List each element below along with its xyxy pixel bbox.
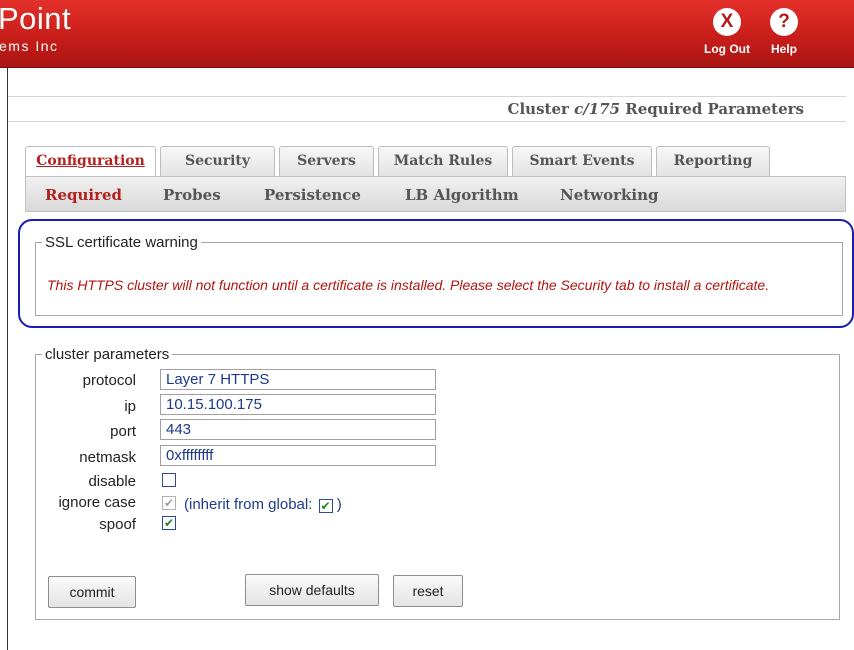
protocol-label: protocol	[82, 372, 136, 389]
page-left-border	[7, 68, 8, 650]
subtab-networking[interactable]: Networking	[560, 186, 659, 204]
disable-checkbox[interactable]	[162, 473, 176, 487]
app-header: Point ems Inc X Log Out ? Help	[0, 0, 854, 68]
close-icon: X	[713, 8, 741, 36]
netmask-label: netmask	[79, 449, 136, 466]
reset-button[interactable]: reset	[393, 575, 463, 607]
subtab-bar: Required Probes Persistence LB Algorithm…	[25, 176, 846, 212]
spoof-checkbox[interactable]: ✔	[162, 516, 176, 530]
tab-security[interactable]: Security	[160, 146, 275, 176]
page-title-bar: Cluster c/175 Required Parameters	[8, 96, 846, 122]
inherit-global-checkbox: ✔	[318, 499, 333, 513]
brand-logo: Point	[0, 1, 72, 36]
subtab-persistence[interactable]: Persistence	[264, 186, 361, 204]
netmask-field[interactable]	[160, 445, 436, 466]
tab-reporting[interactable]: Reporting	[656, 146, 770, 176]
ip-label: ip	[124, 398, 136, 415]
brand-subtitle: ems Inc	[0, 38, 59, 54]
page-title: Cluster c/175 Required Parameters	[507, 100, 804, 118]
logout-button[interactable]: X Log Out	[703, 8, 751, 56]
subtab-lb-algorithm[interactable]: LB Algorithm	[405, 186, 519, 204]
ip-field[interactable]	[160, 394, 436, 415]
inherit-global-note: (inherit from global: ✔ )	[184, 496, 342, 513]
logout-label: Log Out	[704, 42, 750, 56]
show-defaults-button[interactable]: show defaults	[245, 574, 379, 606]
port-label: port	[110, 423, 136, 440]
port-field[interactable]	[160, 419, 436, 440]
spoof-label: spoof	[99, 516, 136, 533]
tab-servers[interactable]: Servers	[279, 146, 374, 176]
tab-smart-events[interactable]: Smart Events	[512, 146, 652, 176]
ignore-case-label: ignore case	[58, 494, 136, 511]
help-label: Help	[770, 42, 797, 56]
ssl-warning-legend: SSL certificate warning	[45, 234, 198, 251]
subtab-required[interactable]: Required	[45, 186, 122, 204]
tab-configuration[interactable]: Configuration	[25, 146, 156, 177]
help-button[interactable]: ? Help	[760, 8, 808, 56]
ssl-warning-box: SSL certificate warning This HTTPS clust…	[35, 234, 843, 316]
subtab-probes[interactable]: Probes	[163, 186, 221, 204]
ssl-warning-message: This HTTPS cluster will not function unt…	[47, 277, 770, 293]
ignore-case-checkbox: ✔	[162, 496, 176, 510]
protocol-field[interactable]	[160, 369, 436, 390]
tab-match-rules[interactable]: Match Rules	[378, 146, 508, 176]
help-icon: ?	[770, 8, 798, 36]
disable-label: disable	[88, 473, 136, 490]
commit-button[interactable]: commit	[48, 576, 136, 608]
cluster-parameters-legend: cluster parameters	[45, 346, 170, 363]
